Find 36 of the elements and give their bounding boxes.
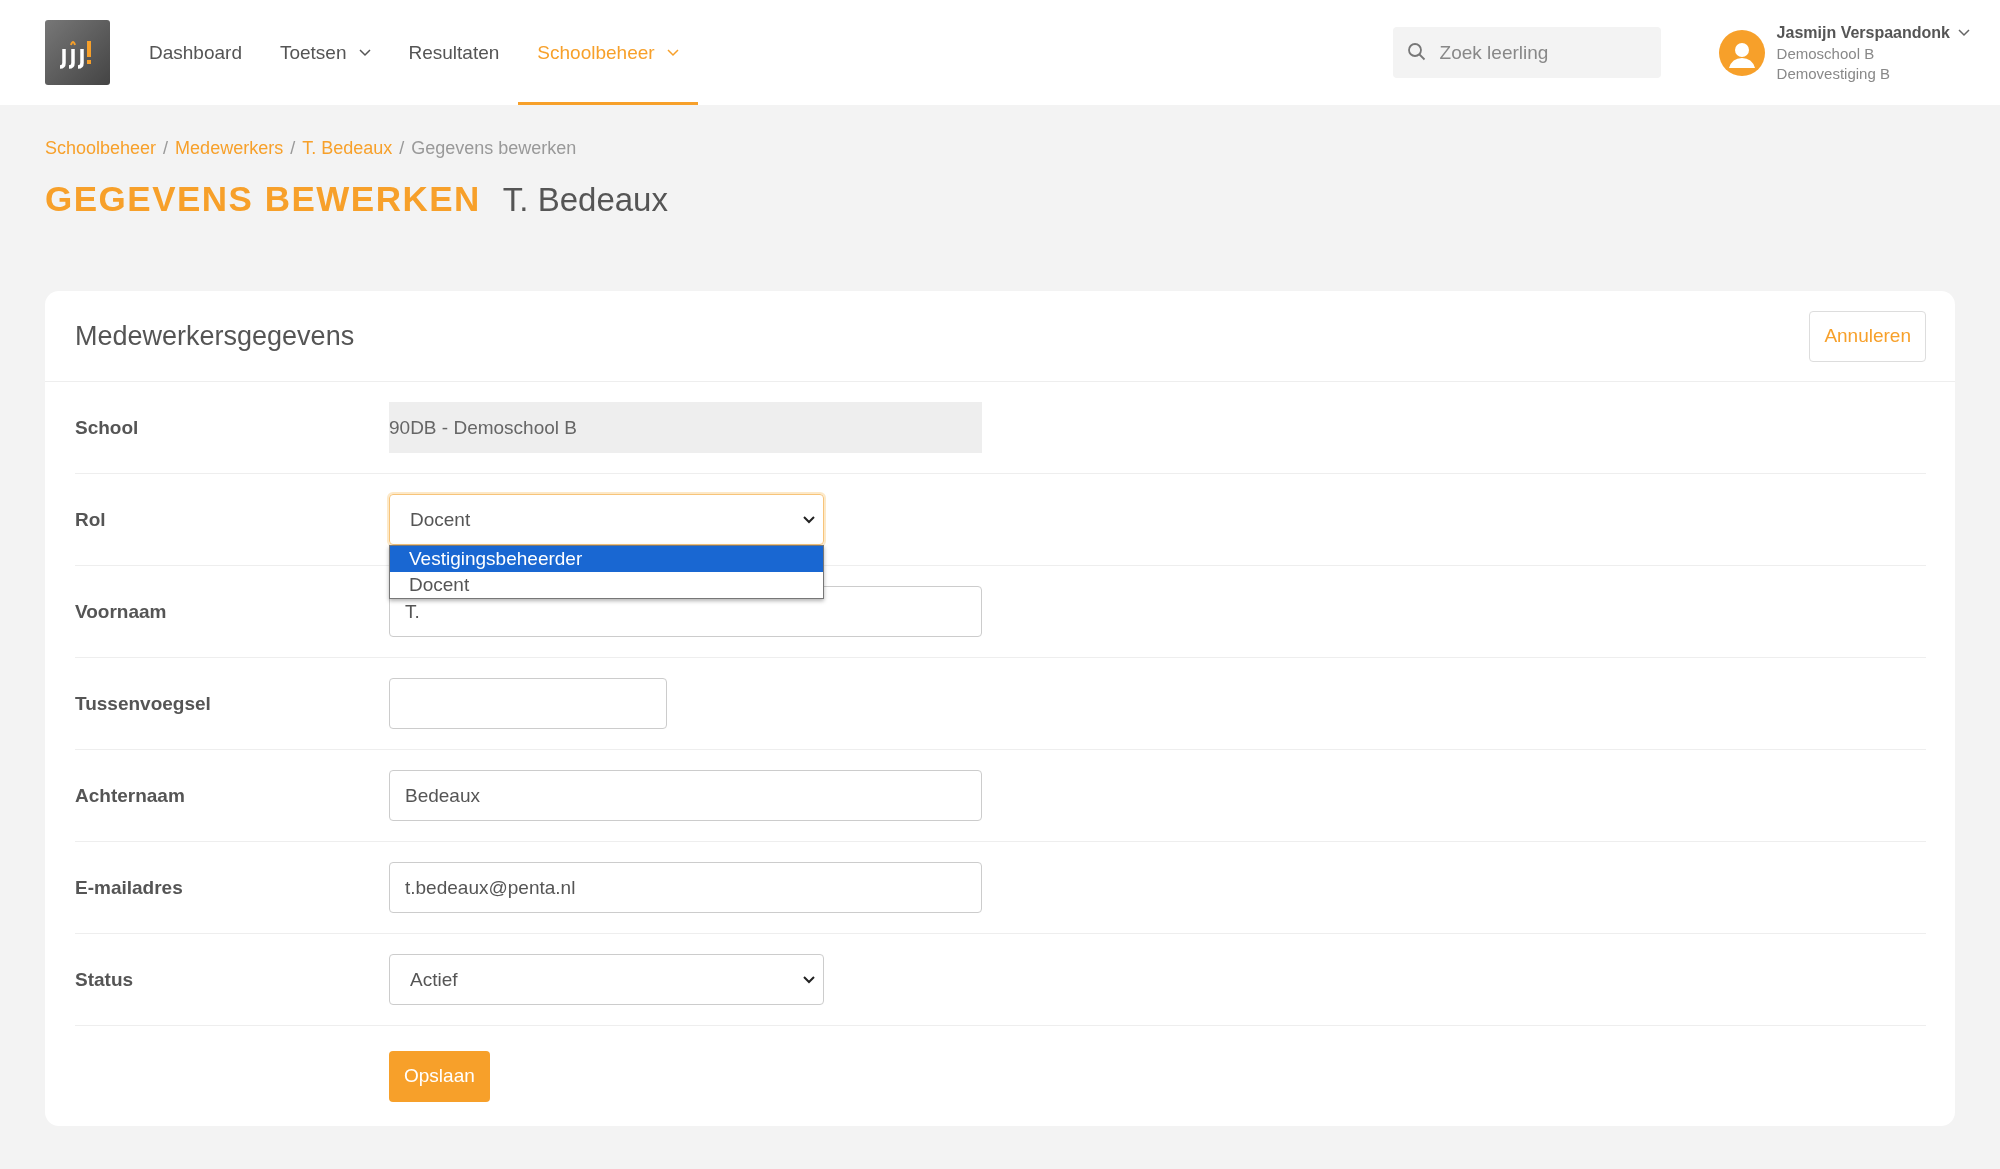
breadcrumb-separator: /	[290, 138, 296, 159]
chevron-down-icon	[803, 975, 815, 984]
search-icon	[1406, 42, 1427, 62]
page-subtitle: T. Bedeaux	[502, 181, 668, 219]
text-field[interactable]	[389, 678, 667, 729]
user-branch: Demovestiging B	[1776, 64, 1891, 82]
user-school: Demoschool B	[1776, 44, 1876, 62]
nav-tab[interactable]: Dashboard	[130, 0, 261, 105]
select-field[interactable]: Docent	[389, 494, 824, 545]
user-name[interactable]: Jasmijn Verspaandonk	[1776, 23, 1950, 42]
logo-icon[interactable]	[45, 20, 110, 85]
field-label: Status	[75, 968, 135, 991]
page-title: GEGEVENS BEWERKEN	[45, 179, 481, 219]
field-label: Tussenvoegsel	[75, 692, 212, 715]
chevron-down-icon	[666, 48, 679, 57]
chevron-down-icon	[803, 515, 815, 524]
text-field[interactable]: Bedeaux	[389, 770, 982, 821]
dropdown-option[interactable]: Vestigingsbeheerder	[390, 546, 823, 572]
nav-tab[interactable]: Resultaten	[389, 0, 519, 105]
field-label: E-mailadres	[75, 876, 184, 899]
field-label: Achternaam	[75, 784, 186, 807]
text-field[interactable]: t.bedeaux@penta.nl	[389, 862, 982, 913]
search-field[interactable]: Zoek leerling	[1392, 27, 1661, 78]
select-field[interactable]: Actief	[389, 954, 824, 1005]
chevron-down-icon	[1958, 28, 1970, 37]
breadcrumb-current: Gegevens bewerken	[411, 138, 577, 159]
nav-tab[interactable]: Toetsen	[260, 0, 390, 105]
readonly-field: 90DB - Demoschool B	[389, 402, 982, 453]
field-label: School	[75, 416, 140, 439]
field-label: Voornaam	[75, 600, 168, 623]
breadcrumb-separator: /	[399, 138, 405, 159]
breadcrumb-separator: /	[163, 138, 169, 159]
avatar-icon[interactable]	[1718, 29, 1765, 76]
field-label: Rol	[75, 508, 107, 531]
chevron-down-icon	[358, 48, 371, 57]
card-title: Medewerkersgegevens	[75, 320, 355, 352]
